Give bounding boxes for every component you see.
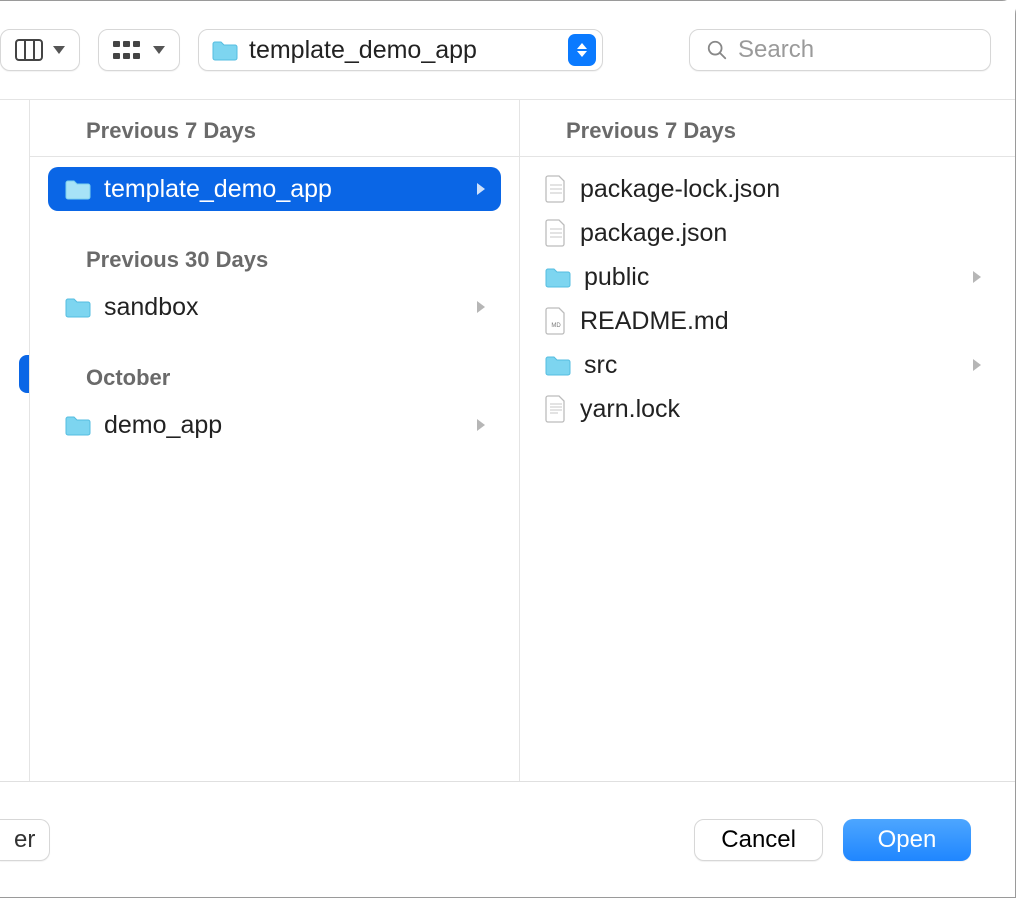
item-label: template_demo_app [104, 175, 465, 204]
bottom-bar: Cancel Open [0, 781, 1015, 897]
file-text-icon [544, 395, 568, 423]
sidebar-selection-indicator [19, 355, 29, 393]
list-item[interactable]: demo_app [48, 403, 501, 447]
section-header: Previous 7 Days [30, 100, 519, 157]
item-label: README.md [580, 307, 981, 336]
svg-text:MD: MD [551, 323, 561, 329]
item-label: package.json [580, 219, 981, 248]
grid-icon [113, 39, 143, 61]
sidebar-sliver [0, 100, 30, 781]
open-button[interactable]: Open [843, 819, 971, 861]
folder-icon [64, 413, 92, 437]
updown-stepper-icon [568, 34, 596, 66]
chevron-down-icon [53, 46, 65, 54]
partial-button-label: er [14, 826, 35, 854]
list-item[interactable]: MD README.md [528, 299, 997, 343]
item-label: yarn.lock [580, 395, 981, 424]
folder-icon [64, 177, 92, 201]
item-label: src [584, 351, 961, 380]
folder-icon [64, 295, 92, 319]
columns-area: Previous 7 Days template_demo_app Previo… [0, 100, 1015, 781]
list-item[interactable]: yarn.lock [528, 387, 997, 431]
item-label: package-lock.json [580, 175, 981, 204]
item-label: demo_app [104, 411, 465, 440]
file-icon [544, 175, 568, 203]
column-left: Previous 7 Days template_demo_app Previo… [30, 100, 520, 781]
section-header: Previous 30 Days [30, 211, 519, 285]
partial-button[interactable]: er [0, 819, 50, 861]
view-mode-button[interactable] [0, 29, 80, 71]
list-item[interactable]: package.json [528, 211, 997, 255]
location-popup[interactable]: template_demo_app [198, 29, 603, 71]
list-item[interactable]: template_demo_app [48, 167, 501, 211]
location-label: template_demo_app [249, 36, 558, 65]
file-icon [544, 219, 568, 247]
column-right: Previous 7 Days package-lock.json [520, 100, 1015, 781]
group-mode-button[interactable] [98, 29, 180, 71]
search-input[interactable] [738, 36, 974, 64]
chevron-right-icon [477, 419, 485, 431]
list-item[interactable]: public [528, 255, 997, 299]
chevron-down-icon [153, 46, 165, 54]
open-button-label: Open [878, 826, 937, 854]
item-label: public [584, 263, 961, 292]
list-item[interactable]: package-lock.json [528, 167, 997, 211]
open-dialog: template_demo_app Previous 7 Days [0, 0, 1016, 898]
list-item[interactable]: sandbox [48, 285, 501, 329]
chevron-right-icon [973, 359, 981, 371]
section-header: Previous 7 Days [520, 100, 1015, 157]
item-label: sandbox [104, 293, 465, 322]
search-icon [706, 39, 728, 61]
list-item[interactable]: src [528, 343, 997, 387]
folder-icon [544, 265, 572, 289]
cancel-button[interactable]: Cancel [694, 819, 823, 861]
cancel-button-label: Cancel [721, 826, 796, 854]
chevron-right-icon [973, 271, 981, 283]
search-field[interactable] [689, 29, 991, 71]
folder-icon [544, 353, 572, 377]
folder-icon [211, 38, 239, 62]
chevron-right-icon [477, 301, 485, 313]
chevron-right-icon [477, 183, 485, 195]
file-md-icon: MD [544, 307, 568, 335]
columns-icon [15, 39, 43, 61]
section-header: October [30, 329, 519, 403]
toolbar: template_demo_app [0, 1, 1015, 100]
